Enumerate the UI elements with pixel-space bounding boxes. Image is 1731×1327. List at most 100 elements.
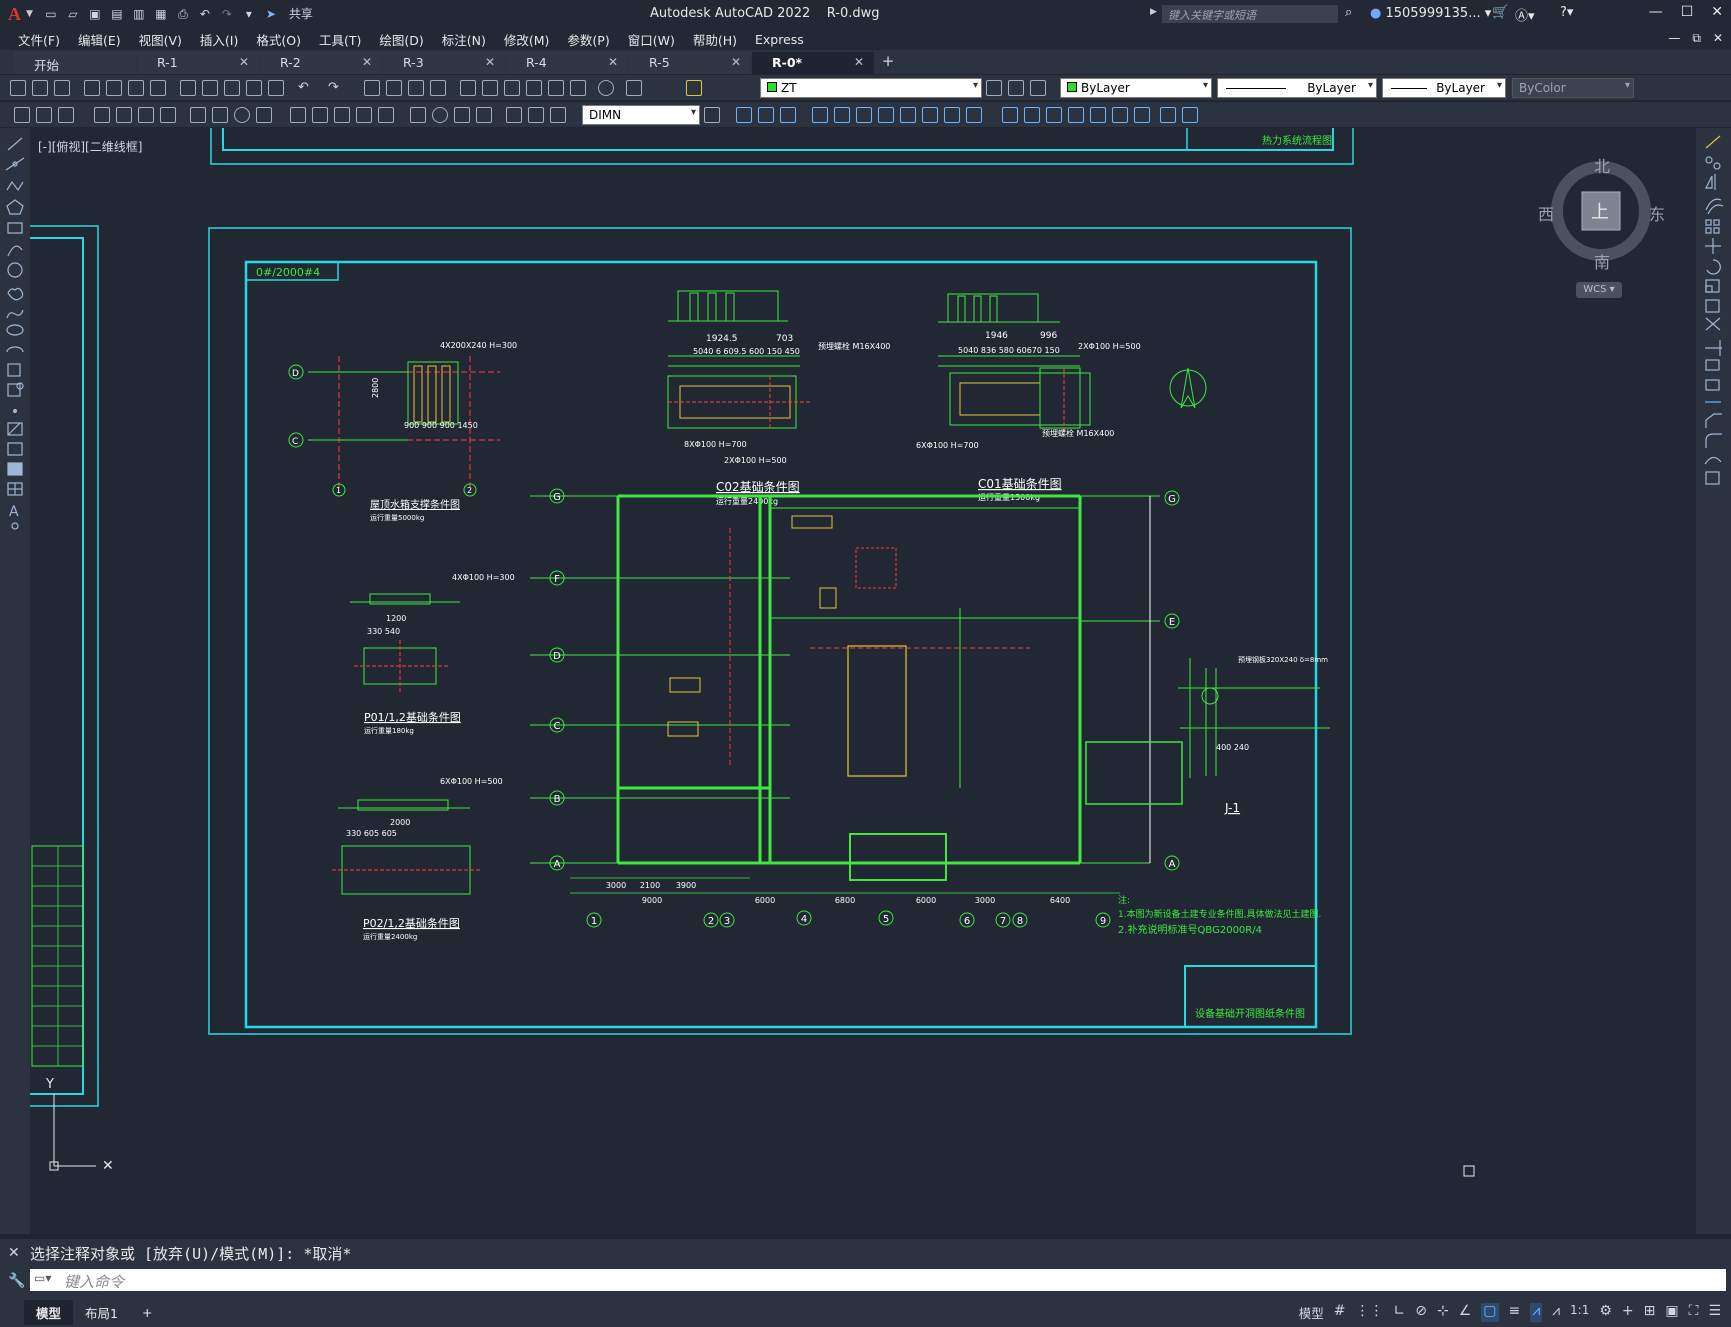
aligned-dim-icon[interactable] [116, 107, 132, 123]
grid-icon[interactable]: # [1334, 1303, 1346, 1322]
dim-update-icon[interactable] [550, 107, 566, 123]
minimize-icon[interactable]: — [1649, 4, 1663, 20]
baseline-dim-icon[interactable] [312, 107, 328, 123]
scale-icon[interactable] [900, 107, 916, 123]
group-icon[interactable] [1160, 107, 1176, 123]
autocad-logo[interactable]: A [8, 4, 28, 25]
extend-icon[interactable] [966, 107, 982, 123]
match-properties-icon[interactable] [246, 80, 262, 96]
3d-print-icon[interactable] [150, 80, 166, 96]
rotate-icon[interactable] [1706, 259, 1721, 275]
tab-r5[interactable]: R-5 ✕ [629, 52, 751, 74]
annotation-visibility-icon[interactable]: ⩘ [1530, 1303, 1543, 1322]
new-icon[interactable] [10, 80, 26, 96]
selection-cycling-icon[interactable]: ▢ [1481, 1303, 1499, 1322]
plot-icon[interactable] [84, 80, 100, 96]
scale-icon[interactable] [1705, 279, 1720, 293]
jogged-dim-icon[interactable] [212, 107, 228, 123]
radius-dim-icon[interactable] [190, 107, 206, 123]
menu-format[interactable]: 格式(O) [256, 30, 301, 49]
explode-icon[interactable] [1112, 107, 1128, 123]
layer-previous-icon[interactable] [1008, 80, 1024, 96]
jogged-linear-icon[interactable] [476, 107, 492, 123]
menu-parametric[interactable]: 参数(P) [567, 30, 609, 49]
command-input[interactable]: ▭▾ 键入命令 [30, 1269, 1726, 1291]
polar-icon[interactable]: ⊘ [1415, 1303, 1427, 1322]
doc-close-icon[interactable]: ✕ [1713, 31, 1723, 46]
quick-properties-icon[interactable]: ▣ [1665, 1303, 1678, 1322]
undo-icon[interactable]: ↶ [197, 7, 213, 21]
polyline-icon[interactable] [6, 180, 24, 192]
move-icon[interactable] [1705, 238, 1721, 254]
close-icon[interactable]: ✕ [731, 55, 741, 69]
construction-line-icon[interactable] [5, 157, 25, 171]
add-layout-button[interactable]: + [130, 1302, 164, 1323]
hatch-icon[interactable] [7, 422, 23, 436]
lineweight-icon[interactable]: ≡ [1509, 1303, 1521, 1322]
copy-icon[interactable] [202, 80, 218, 96]
draworder-icon[interactable] [1134, 107, 1150, 123]
open-icon[interactable]: ▱ [65, 7, 81, 21]
array-icon[interactable] [834, 107, 850, 123]
ungroup-icon[interactable] [1182, 107, 1198, 123]
move-icon[interactable] [856, 107, 872, 123]
layer-properties-icon[interactable] [626, 80, 642, 96]
share-icon[interactable]: ➤ [263, 7, 279, 21]
break-icon[interactable] [1705, 379, 1720, 391]
properties-icon[interactable] [460, 80, 476, 96]
mirror-icon[interactable] [780, 107, 796, 123]
blend-icon[interactable] [1090, 107, 1106, 123]
menu-tools[interactable]: 工具(T) [319, 30, 361, 49]
insert-block-icon[interactable] [7, 363, 21, 377]
new-tab-button[interactable]: + [875, 52, 901, 74]
trim-icon[interactable] [1705, 317, 1721, 331]
cut-icon[interactable] [180, 80, 196, 96]
line-icon[interactable] [7, 137, 23, 151]
copy-object-icon[interactable] [758, 107, 774, 123]
doc-restore-icon[interactable]: ⧉ [1692, 31, 1701, 46]
tab-layout1[interactable]: 布局1 [73, 1300, 130, 1325]
tab-r0[interactable]: R-0* ✕ [752, 52, 874, 74]
blend-curves-icon[interactable] [1704, 456, 1722, 465]
plus-icon[interactable]: + [1622, 1303, 1634, 1322]
menu-file[interactable]: 文件(F) [18, 30, 60, 49]
units-icon[interactable]: ⊞ [1644, 1303, 1656, 1322]
otrack-icon[interactable]: ∠ [1459, 1303, 1472, 1322]
make-current-icon[interactable] [986, 80, 1002, 96]
menu-draw[interactable]: 绘图(D) [379, 30, 423, 49]
cart-icon[interactable]: 🛒 [1492, 5, 1508, 20]
break-point-icon[interactable] [1705, 359, 1720, 371]
pan-icon[interactable] [364, 80, 380, 96]
compass-north[interactable]: 北 [1594, 153, 1610, 177]
angular-dim-icon[interactable] [256, 107, 272, 123]
menu-insert[interactable]: 插入(I) [200, 30, 238, 49]
auto-scale-icon[interactable]: ⩘ [1552, 1303, 1560, 1322]
table-icon[interactable] [7, 482, 23, 496]
ordinate-dim-icon[interactable] [160, 107, 176, 123]
chamfer-icon[interactable] [1046, 107, 1062, 123]
close-icon[interactable]: ✕ [239, 55, 249, 69]
tab-r3[interactable]: R-3 ✕ [383, 52, 505, 74]
spline-icon[interactable] [6, 309, 24, 319]
region-icon[interactable] [7, 462, 23, 476]
lineweight-dropdown[interactable]: ByLayer ▾ [1382, 78, 1506, 98]
rotate-icon[interactable] [878, 107, 894, 123]
open-icon[interactable] [32, 80, 48, 96]
dim-style-icon[interactable] [704, 107, 720, 123]
erase-icon[interactable] [1705, 135, 1721, 149]
polygon-icon[interactable] [6, 199, 24, 215]
app-menu-arrow-icon[interactable]: ▼ [26, 9, 33, 19]
plotstyle-dropdown[interactable]: ByColor ▾ [1512, 78, 1634, 98]
offset-icon[interactable] [812, 107, 828, 123]
close-icon[interactable]: ✕ [1711, 4, 1723, 20]
color-dropdown[interactable]: ByLayer ▾ [1060, 78, 1212, 98]
rectangle-icon[interactable] [7, 222, 23, 234]
menu-dimension[interactable]: 标注(N) [442, 30, 486, 49]
audit-icon[interactable] [58, 107, 74, 123]
save-icon[interactable]: ▣ [87, 7, 103, 21]
tab-start[interactable]: 开始 [14, 52, 136, 74]
fullscreen-icon[interactable]: ⛶ [1689, 1303, 1699, 1322]
customize-icon[interactable]: ▾ [241, 7, 257, 21]
quick-dim-icon[interactable] [290, 107, 306, 123]
command-close-icon[interactable]: ✕ [8, 1245, 20, 1261]
